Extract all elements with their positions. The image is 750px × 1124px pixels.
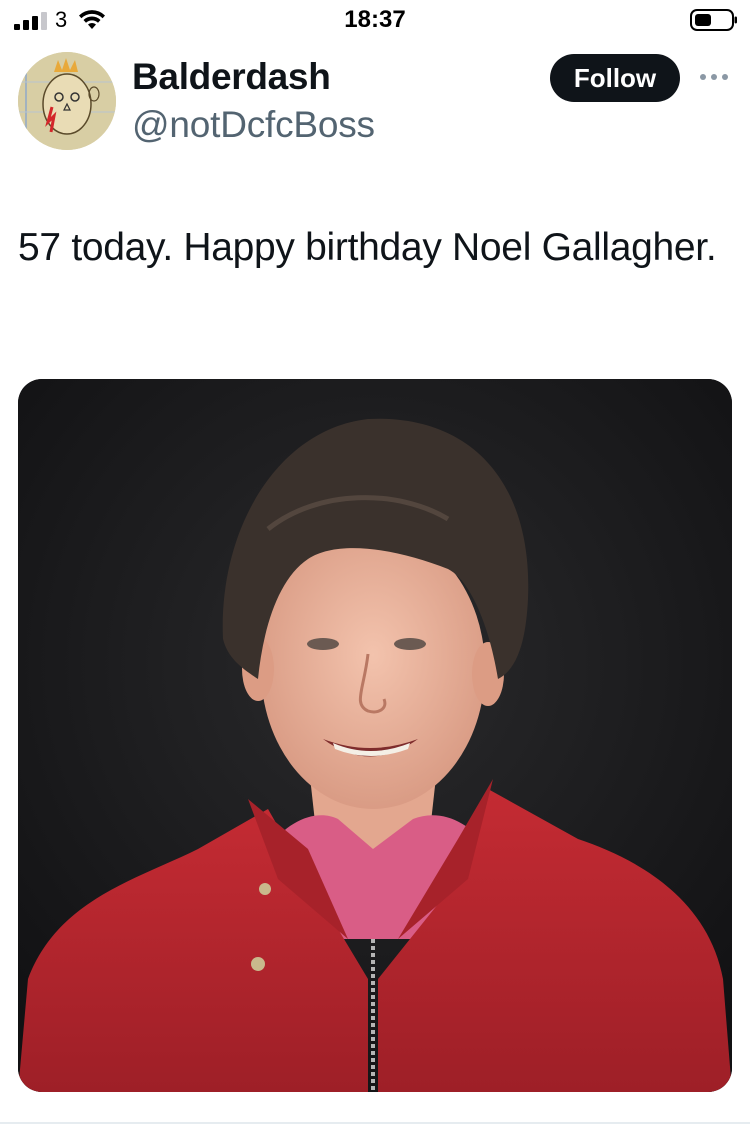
status-bar: 3 18:37 xyxy=(0,0,750,40)
photo-portrait-image xyxy=(18,379,732,1092)
status-time: 18:37 xyxy=(344,6,406,33)
tweet-text: 57 today. Happy birthday Noel Gallagher. xyxy=(18,226,717,269)
user-handle[interactable]: @notDcfcBoss xyxy=(132,104,375,146)
display-name[interactable]: Balderdash xyxy=(132,56,331,98)
tweet-photo[interactable] xyxy=(18,379,732,1092)
avatar[interactable] xyxy=(18,52,116,150)
avatar-drawing-icon xyxy=(18,52,116,150)
battery-icon xyxy=(690,9,737,31)
follow-button[interactable]: Follow xyxy=(550,54,680,102)
more-dots-icon[interactable] xyxy=(698,70,730,84)
